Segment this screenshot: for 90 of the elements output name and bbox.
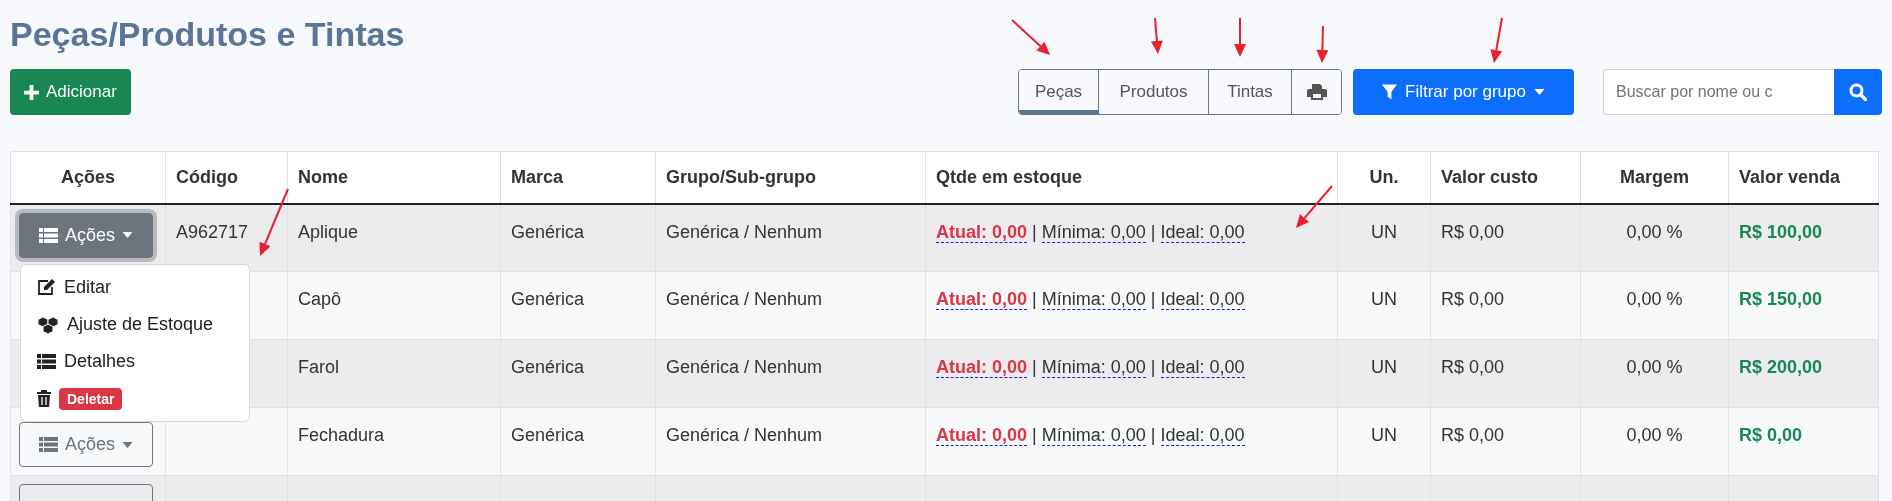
column-header: Marca — [500, 151, 656, 204]
column-header: Grupo/Sub-grupo — [655, 151, 926, 204]
column-header: Un. — [1337, 151, 1431, 204]
boxes-icon — [37, 315, 59, 334]
ideal-stock: Ideal: 0,00 — [1160, 221, 1245, 243]
table-cell: Genérica — [500, 407, 656, 476]
ideal-stock: Ideal: 0,00 — [1160, 425, 1245, 446]
search-icon — [1849, 83, 1867, 101]
table-cell: UN — [1337, 407, 1431, 476]
list-icon — [39, 227, 58, 243]
minimum-stock: Mínima: 0,00 — [1041, 357, 1146, 378]
add-button[interactable]: Adicionar — [10, 69, 131, 115]
column-header: Qtde em estoque — [925, 151, 1338, 204]
table-cell: Genérica — [500, 203, 656, 272]
tab[interactable]: Peças — [1019, 70, 1099, 114]
minimum-stock: Mínima: 0,00 — [1041, 425, 1146, 446]
table-cell: R$ 100,00 — [1728, 203, 1879, 272]
annotation-arrow — [1316, 25, 1329, 63]
column-header: Valor venda — [1728, 151, 1879, 204]
caret-icon — [122, 232, 133, 238]
plus-icon — [24, 84, 39, 100]
minimum-stock: Mínima: 0,00 — [1041, 289, 1146, 310]
trash-icon — [37, 390, 51, 407]
table-cell: R$ 200,00 — [1728, 339, 1879, 408]
list-icon — [37, 354, 56, 369]
separator: | — [1150, 357, 1156, 377]
current-stock: Atual: 0,00 — [936, 289, 1028, 310]
annotation-arrow — [259, 188, 289, 256]
delete-button[interactable]: Deletar — [59, 387, 123, 410]
caret-icon — [1533, 89, 1545, 95]
annotation-arrow — [1011, 19, 1050, 55]
search-field[interactable]: Buscar por nome ou c — [1603, 69, 1834, 115]
table-cell: UN — [1337, 271, 1431, 340]
table-cell: UN — [1337, 339, 1431, 408]
table-cell: Genérica / Nenhum — [655, 203, 926, 272]
current-stock: Atual: 0,00 — [936, 221, 1028, 243]
current-stock: Atual: 0,00 — [936, 425, 1028, 446]
table-cell: Genérica / Nenhum — [655, 339, 926, 408]
ideal-stock: Ideal: 0,00 — [1160, 357, 1245, 378]
edit-icon — [37, 279, 56, 296]
table-cell: 0,00 % — [1580, 271, 1729, 340]
table-cell: R$ 0,00 — [1430, 203, 1581, 272]
annotation-arrow — [1234, 17, 1246, 57]
column-header: Nome — [287, 151, 501, 204]
table-cell: Genérica — [500, 271, 656, 340]
table-cell: Genérica / Nenhum — [655, 407, 926, 476]
menu-item[interactable]: Editar — [21, 269, 249, 306]
separator: | — [1150, 425, 1156, 445]
menu-item[interactable]: Detalhes — [21, 343, 249, 380]
menu-item[interactable]: Ajuste de Estoque — [21, 306, 249, 343]
table-cell: Fechadura — [287, 407, 501, 476]
column-header: Margem — [1580, 151, 1729, 204]
printer-icon — [1306, 83, 1327, 101]
table-cell: Farol — [287, 339, 501, 408]
separator: | — [1032, 289, 1037, 309]
actions-button[interactable]: Ações — [19, 212, 153, 258]
table-cell: 0,00 % — [1580, 203, 1729, 272]
page-title: Peças/Produtos e Tintas — [10, 14, 405, 54]
list-icon — [39, 437, 58, 452]
ideal-stock: Ideal: 0,00 — [1160, 289, 1245, 310]
annotation-arrow — [1150, 17, 1163, 54]
column-header: Valor custo — [1430, 151, 1581, 204]
separator: | — [1150, 289, 1156, 309]
separator: | — [1150, 221, 1156, 242]
table-cell: Aplique — [287, 203, 501, 272]
search-button[interactable] — [1834, 69, 1882, 115]
separator: | — [1032, 357, 1037, 377]
table-cell: R$ 0,00 — [1728, 407, 1879, 476]
table-cell: R$ 0,00 — [1430, 271, 1581, 340]
column-header: Ações — [10, 151, 166, 204]
table-cell: 0,00 % — [1580, 407, 1729, 476]
table-cell: Capô — [287, 271, 501, 340]
filter-icon — [1382, 84, 1398, 100]
separator: | — [1032, 425, 1037, 445]
actions-button[interactable]: Ações — [19, 422, 153, 467]
column-header: Código — [165, 151, 288, 204]
minimum-stock: Mínima: 0,00 — [1041, 221, 1146, 243]
annotation-arrow — [1490, 17, 1503, 63]
table-cell: Genérica / Nenhum — [655, 271, 926, 340]
separator: | — [1032, 221, 1037, 242]
table-cell: 0,00 % — [1580, 339, 1729, 408]
filter-button[interactable]: Filtrar por grupo — [1353, 69, 1574, 115]
table-cell: UN — [1337, 203, 1431, 272]
current-stock: Atual: 0,00 — [936, 357, 1028, 378]
table-cell: R$ 0,00 — [1430, 339, 1581, 408]
table-cell: R$ 150,00 — [1728, 271, 1879, 340]
caret-icon — [122, 441, 133, 448]
annotation-arrow — [1296, 185, 1333, 228]
table-cell: Genérica — [500, 339, 656, 408]
table-cell: R$ 0,00 — [1430, 407, 1581, 476]
